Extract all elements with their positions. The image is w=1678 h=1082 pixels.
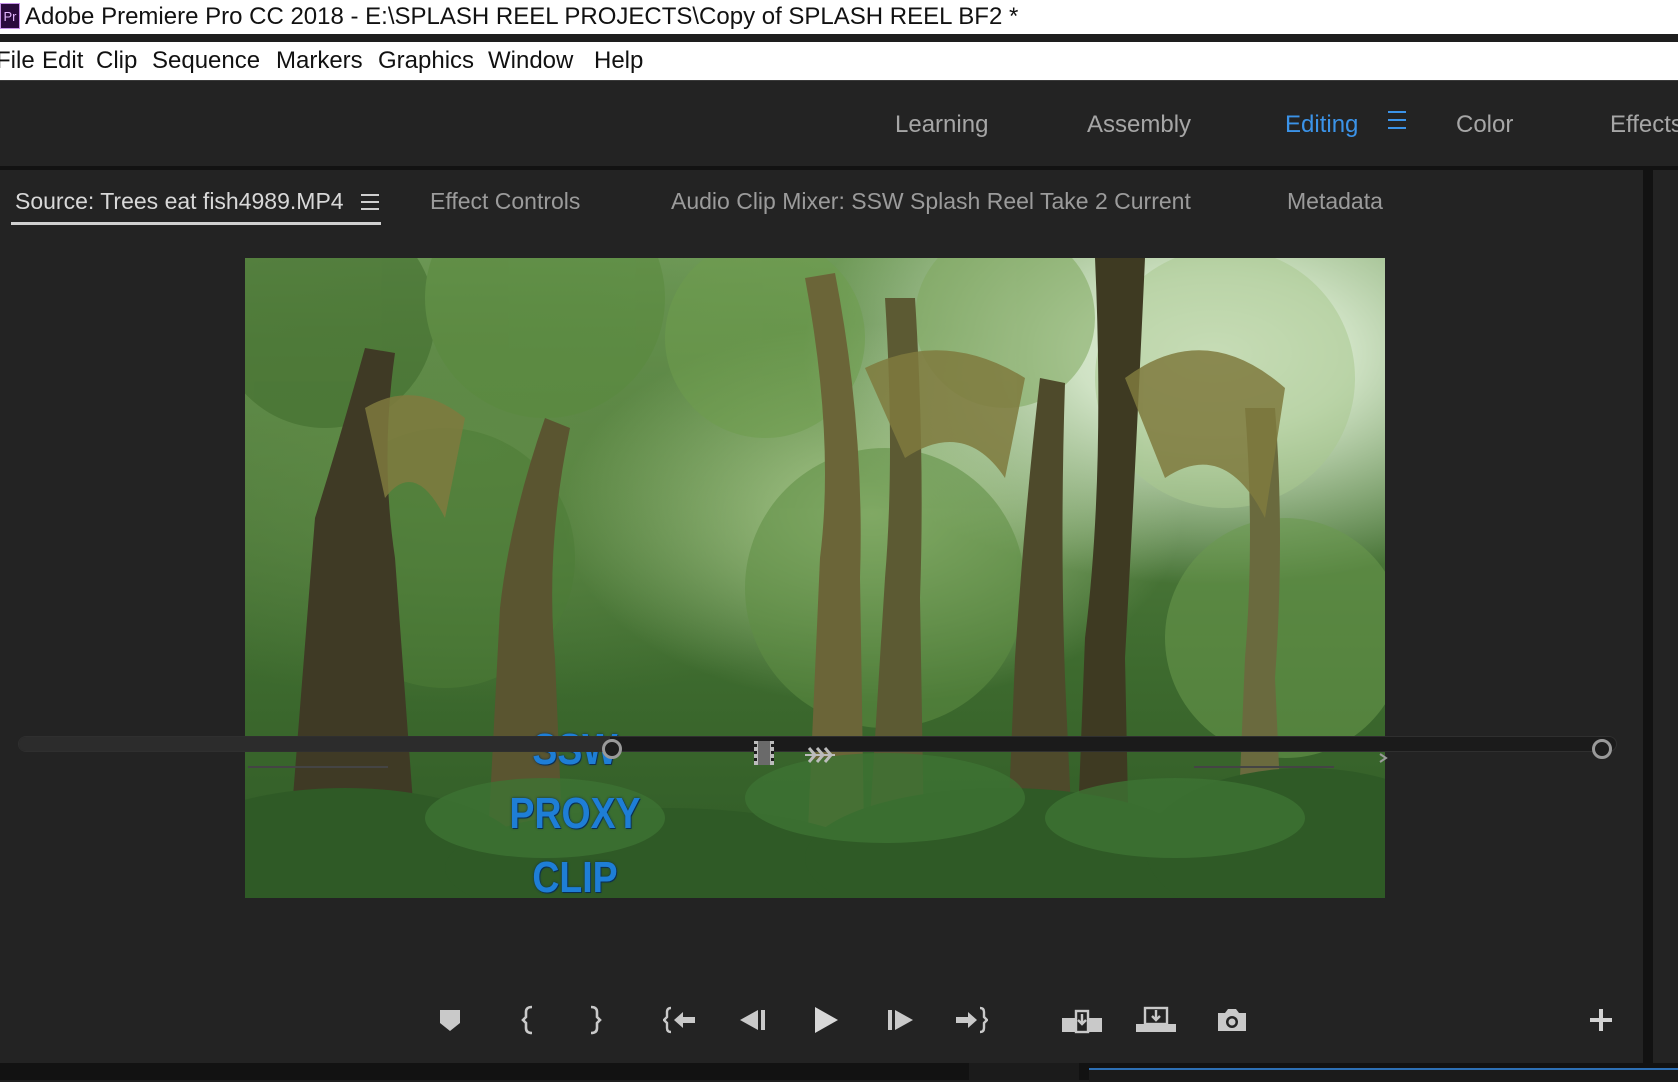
tab-metadata[interactable]: Metadata <box>1287 188 1383 215</box>
mark-out-icon <box>590 1005 602 1035</box>
insert-button[interactable] <box>1060 1000 1104 1040</box>
step-back-button[interactable] <box>735 1000 771 1040</box>
window-title: Adobe Premiere Pro CC 2018 - E:\SPLASH R… <box>25 3 1019 30</box>
play-button[interactable] <box>808 1000 844 1040</box>
overwrite-icon <box>1136 1006 1176 1032</box>
plus-icon <box>1590 1009 1612 1031</box>
menu-bar: File Edit Clip Sequence Markers Graphics… <box>0 42 1678 80</box>
workspace-bar: Learning Assembly Editing Color Effects <box>0 81 1678 166</box>
workspace-tab-assembly[interactable]: Assembly <box>1087 111 1191 139</box>
add-marker-button[interactable] <box>432 1000 468 1040</box>
menu-window[interactable]: Window <box>488 42 573 80</box>
zoom-scroll-fill <box>19 737 610 751</box>
add-marker-icon <box>440 1010 460 1031</box>
workspace-tab-color[interactable]: Color <box>1456 111 1513 139</box>
mark-out-button[interactable] <box>577 1000 613 1040</box>
menu-help[interactable]: Help <box>594 42 643 80</box>
zoom-dropdown[interactable] <box>248 752 388 768</box>
premiere-app-icon: Pr <box>0 3 20 29</box>
tab-source[interactable]: Source: Trees eat fish4989.MP4 <box>15 188 344 215</box>
playback-resolution-dropdown[interactable] <box>1194 752 1334 768</box>
play-icon <box>815 1007 838 1033</box>
menu-file[interactable]: File <box>0 42 35 80</box>
go-to-in-button[interactable] <box>662 1000 698 1040</box>
adjacent-panel-edge <box>1653 170 1678 1063</box>
drag-video-icon[interactable] <box>752 740 776 766</box>
scroll-handle-left[interactable] <box>602 739 622 759</box>
chevron-icon <box>1379 753 1388 763</box>
insert-icon <box>1062 1009 1102 1034</box>
step-back-icon <box>740 1010 765 1030</box>
tab-effect-controls[interactable]: Effect Controls <box>430 188 580 215</box>
overlay-line: CLIP <box>532 853 618 898</box>
forest-scene-image <box>245 258 1385 898</box>
scroll-handle-right[interactable] <box>1592 739 1612 759</box>
mark-in-button[interactable] <box>510 1000 546 1040</box>
overwrite-button[interactable] <box>1134 1000 1178 1040</box>
drag-audio-icon[interactable] <box>803 744 837 766</box>
lower-panel-edge <box>969 1063 1079 1080</box>
step-forward-button[interactable] <box>882 1000 918 1040</box>
video-preview[interactable]: SSW PROXY CLIP <box>245 258 1385 898</box>
go-to-out-icon <box>956 1006 988 1034</box>
step-forward-icon <box>888 1010 913 1030</box>
active-tab-underline <box>11 222 381 225</box>
menu-markers[interactable]: Markers <box>276 42 363 80</box>
workspace-tab-learning[interactable]: Learning <box>895 111 988 139</box>
export-frame-icon <box>1218 1009 1246 1031</box>
overlay-line: PROXY <box>509 789 641 838</box>
source-monitor-panel: Source: Trees eat fish4989.MP4 Effect Co… <box>0 170 1643 1063</box>
title-bar: Pr Adobe Premiere Pro CC 2018 - E:\SPLAS… <box>0 0 1678 34</box>
panel-menu-icon[interactable] <box>361 194 379 210</box>
workspace-menu-icon[interactable] <box>1388 111 1406 131</box>
menu-clip[interactable]: Clip <box>96 42 137 80</box>
tab-audio-clip-mixer[interactable]: Audio Clip Mixer: SSW Splash Reel Take 2… <box>671 188 1191 215</box>
workspace-tab-effects[interactable]: Effects <box>1610 111 1678 139</box>
go-to-in-icon <box>663 1006 695 1034</box>
menu-graphics[interactable]: Graphics <box>378 42 474 80</box>
export-frame-button[interactable] <box>1214 1000 1250 1040</box>
menu-sequence[interactable]: Sequence <box>152 42 260 80</box>
mark-in-icon <box>521 1005 533 1035</box>
panel-divider <box>1643 170 1653 1063</box>
go-to-out-button[interactable] <box>953 1000 989 1040</box>
button-editor-button[interactable] <box>1583 1000 1619 1040</box>
menu-edit[interactable]: Edit <box>42 42 83 80</box>
workspace-tab-editing[interactable]: Editing <box>1285 111 1358 139</box>
